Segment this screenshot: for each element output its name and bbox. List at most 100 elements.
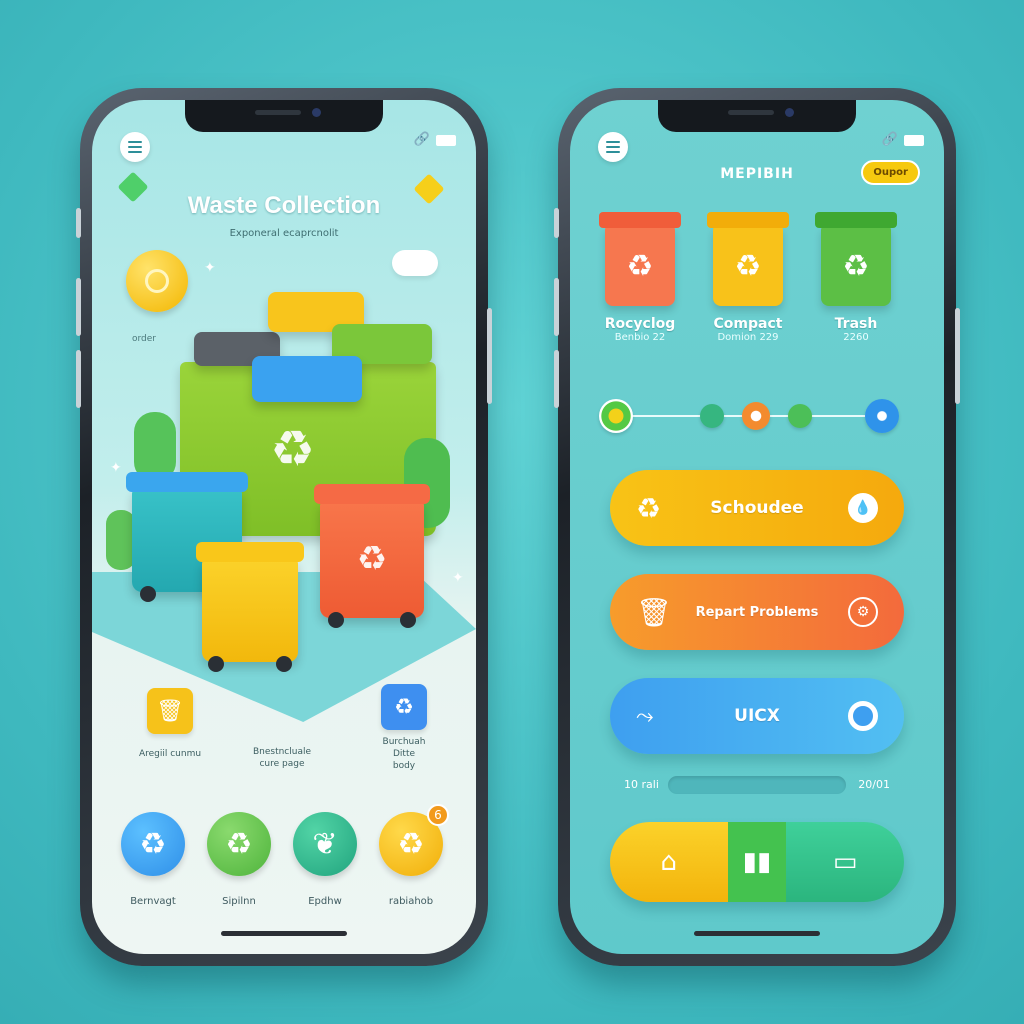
wheel: [328, 612, 344, 628]
range-start: 10 rali: [624, 778, 659, 791]
link-icon: 🔗: [413, 132, 430, 147]
fish-icon: ⤳: [636, 703, 654, 729]
compost-bin-icon: ♻: [707, 212, 789, 306]
progress-step[interactable]: [865, 399, 899, 433]
category-label: rabiahob: [388, 896, 434, 907]
category-label: Bernvagt: [130, 896, 176, 907]
category-item[interactable]: ♻ 6 rabiahob: [366, 804, 456, 907]
recycle-icon: ♻: [356, 539, 388, 579]
link-icon: 🔗: [881, 132, 898, 147]
menu-icon[interactable]: [598, 132, 628, 162]
range-track[interactable]: [668, 776, 846, 794]
wheel: [400, 612, 416, 628]
yellow-bin: [196, 542, 304, 672]
sparkle-icon: ✦: [204, 260, 216, 276]
drop-icon: 💧: [848, 493, 878, 523]
volume-up-button: [76, 278, 81, 336]
recycle-icon: ♻: [381, 684, 427, 730]
coin-icon: [145, 269, 169, 293]
battery-icon: [436, 135, 456, 146]
pickup-progress[interactable]: [599, 396, 914, 436]
category-label: Epdhw: [308, 896, 342, 907]
cloud-icon: [392, 250, 438, 276]
date-range-slider[interactable]: 10 rali 20/01: [624, 776, 890, 796]
wrench-icon: ⚙: [848, 597, 878, 627]
category-item[interactable]: ❦ Epdhw: [280, 812, 370, 907]
volume-down-button: [554, 350, 559, 408]
phone-left: 🔗 Waste Collection Exponeral ecaprcnolit…: [76, 88, 492, 966]
feature-item[interactable]: Bnestncluale cure page: [232, 746, 332, 770]
coin-button[interactable]: [126, 250, 188, 312]
bin-date: Benbio 22: [614, 332, 666, 343]
wheel: [208, 656, 224, 672]
home-indicator[interactable]: [694, 931, 820, 936]
feature-item[interactable]: 🗑 Aregiil cunmu: [120, 688, 220, 760]
report-problems-button[interactable]: 🗑 Repart Problems ⚙: [610, 574, 904, 650]
bin-outline-icon: 🗑: [636, 595, 672, 629]
right-screen: 🔗 MEPIBIH Oupor ♻ Rocyclog Benbio 22 ♻ C…: [570, 100, 944, 954]
teal-bin-lid: [126, 472, 248, 492]
left-screen: 🔗 Waste Collection Exponeral ecaprcnolit…: [92, 100, 476, 954]
page-title: Waste Collection: [187, 192, 381, 219]
category-item[interactable]: ♻ Bernvagt: [108, 812, 198, 907]
volume-up-button: [554, 278, 559, 336]
power-button: [955, 308, 960, 404]
open-button[interactable]: Oupor: [861, 160, 920, 185]
recycle-icon: ♻: [636, 491, 662, 525]
feature-label: Aregiil cunmu: [138, 749, 202, 759]
trash-bin-icon: 🗑: [147, 688, 193, 734]
menu-icon[interactable]: [120, 132, 150, 162]
feature-item[interactable]: ♻ Burchuah Ditte body: [364, 684, 444, 772]
mute-switch: [76, 208, 81, 238]
recycle-icon: ♻ 6: [379, 804, 449, 876]
notification-badge: 6: [427, 804, 449, 826]
uicx-button[interactable]: ⤳ UICX: [610, 678, 904, 754]
blue-bin-lid: [252, 356, 362, 402]
category-item[interactable]: ♻ Sipilnn: [194, 812, 284, 907]
recycle-icon: ♻: [270, 420, 316, 478]
progress-step[interactable]: [788, 404, 812, 428]
battery-icon: [904, 135, 924, 146]
phone-right: 🔗 MEPIBIH Oupor ♻ Rocyclog Benbio 22 ♻ C…: [554, 88, 960, 966]
trash-bin-icon: ♻: [815, 212, 897, 306]
bin-segment-icon[interactable]: ▭: [786, 822, 904, 902]
wheel: [276, 656, 292, 672]
home-indicator[interactable]: [221, 931, 347, 936]
sparkle-icon: ✦: [452, 570, 464, 586]
bin-date: Domion 229: [717, 332, 779, 343]
coin-caption: order: [132, 334, 156, 344]
bin-segment-bar[interactable]: ⌂ ▮▮ ▭: [610, 822, 904, 902]
power-button: [487, 308, 492, 404]
bin-card-compost[interactable]: ♻ Compact Domion 229: [707, 212, 789, 343]
recycle-icon: ♻: [207, 812, 271, 876]
range-end: 20/01: [858, 778, 890, 791]
bin-segment-icon[interactable]: ⌂: [610, 822, 728, 902]
leaf-icon: ❦: [293, 812, 357, 876]
circle-icon: [848, 701, 878, 731]
bin-card-recycling[interactable]: ♻ Rocyclog Benbio 22: [599, 212, 681, 343]
category-label: Sipilnn: [222, 896, 256, 907]
notch: [658, 100, 856, 132]
page-subtitle: Exponeral ecaprcnolit: [229, 228, 339, 239]
bin-card-trash[interactable]: ♻ Trash 2260: [815, 212, 897, 343]
volume-down-button: [76, 350, 81, 408]
sparkle-icon: ✦: [110, 460, 122, 476]
progress-step[interactable]: [742, 402, 770, 430]
feature-label: Burchuah Ditte body: [382, 737, 426, 771]
mute-switch: [554, 208, 559, 238]
feature-label: Bnestncluale cure page: [252, 747, 312, 769]
bin-name: Rocyclog: [604, 316, 676, 332]
wheel: [140, 586, 156, 602]
yellow-bin-lid: [196, 542, 304, 562]
red-bin: ♻: [314, 484, 430, 628]
bin-date: 2260: [843, 332, 869, 343]
recycle-icon: ♻: [121, 812, 185, 876]
red-bin-lid: [314, 484, 430, 504]
progress-step[interactable]: [700, 404, 724, 428]
notch: [185, 100, 383, 132]
progress-step[interactable]: [599, 399, 633, 433]
bin-segment-icon[interactable]: ▮▮: [727, 822, 787, 902]
recycling-bin-icon: ♻: [599, 212, 681, 306]
schedule-button[interactable]: ♻ Schoudee 💧: [610, 470, 904, 546]
bin-name: Compact: [713, 316, 783, 332]
